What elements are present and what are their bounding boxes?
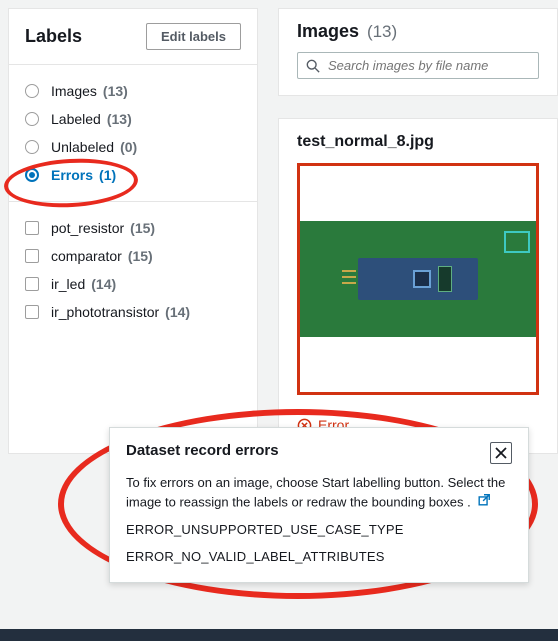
filter-count: (0) <box>120 139 137 155</box>
close-button[interactable] <box>490 442 512 464</box>
images-count: (13) <box>367 22 397 41</box>
filter-label: Labeled <box>51 111 101 127</box>
edit-labels-button[interactable]: Edit labels <box>146 23 241 50</box>
checkbox-icon <box>25 277 39 291</box>
images-panel: Images (13) test_normal_8.jpg <box>278 8 558 454</box>
label-ir-phototransistor[interactable]: ir_phototransistor (14) <box>9 298 257 326</box>
label-count: (15) <box>128 248 153 264</box>
images-header: Images (13) <box>278 8 558 96</box>
label-count: (14) <box>91 276 116 292</box>
popover-title: Dataset record errors <box>126 442 279 459</box>
checkbox-icon <box>25 221 39 235</box>
checkbox-icon <box>25 305 39 319</box>
image-card[interactable]: test_normal_8.jpg Error <box>278 118 558 454</box>
label-comparator[interactable]: comparator (15) <box>9 242 257 270</box>
sidebar-title: Labels <box>25 26 82 47</box>
radio-icon <box>25 168 39 182</box>
bounding-box <box>504 231 530 253</box>
radio-icon <box>25 140 39 154</box>
filter-images[interactable]: Images (13) <box>9 77 257 105</box>
filter-count: (13) <box>103 83 128 99</box>
label-list: pot_resistor (15) comparator (15) ir_led… <box>9 202 257 338</box>
error-code: ERROR_NO_VALID_LABEL_ATTRIBUTES <box>126 548 512 567</box>
learn-more-link[interactable] <box>474 494 491 509</box>
label-count: (15) <box>130 220 155 236</box>
radio-icon <box>25 112 39 126</box>
dataset-errors-popover: Dataset record errors To fix errors on a… <box>109 427 529 583</box>
images-title: Images <box>297 21 359 41</box>
search-icon <box>306 59 320 73</box>
label-ir-led[interactable]: ir_led (14) <box>9 270 257 298</box>
filter-label: Images <box>51 83 97 99</box>
popover-help-text: To fix errors on an image, choose Start … <box>126 475 505 509</box>
filter-label: Errors <box>51 167 93 183</box>
label-name: ir_led <box>51 276 85 292</box>
filter-label: Unlabeled <box>51 139 114 155</box>
sidebar-header: Labels Edit labels <box>9 9 257 65</box>
image-thumbnail[interactable] <box>297 163 539 395</box>
filter-errors[interactable]: Errors (1) <box>9 161 257 189</box>
error-code: ERROR_UNSUPPORTED_USE_CASE_TYPE <box>126 521 512 540</box>
radio-icon <box>25 84 39 98</box>
filter-unlabeled[interactable]: Unlabeled (0) <box>9 133 257 161</box>
search-input[interactable] <box>328 58 530 73</box>
label-pot-resistor[interactable]: pot_resistor (15) <box>9 214 257 242</box>
filter-labeled[interactable]: Labeled (13) <box>9 105 257 133</box>
thumbnail-graphic <box>300 221 536 337</box>
filter-count: (1) <box>99 167 116 183</box>
filter-count: (13) <box>107 111 132 127</box>
label-name: pot_resistor <box>51 220 124 236</box>
image-filename: test_normal_8.jpg <box>297 133 539 151</box>
external-link-icon <box>477 493 491 513</box>
labels-sidebar: Labels Edit labels Images (13) Labeled (… <box>8 8 258 454</box>
close-icon <box>495 447 507 459</box>
footer-bar <box>0 629 558 641</box>
label-count: (14) <box>165 304 190 320</box>
label-name: ir_phototransistor <box>51 304 159 320</box>
filter-list: Images (13) Labeled (13) Unlabeled (0) E… <box>9 65 257 202</box>
popover-body: To fix errors on an image, choose Start … <box>126 474 512 566</box>
search-input-wrap[interactable] <box>297 52 539 79</box>
label-name: comparator <box>51 248 122 264</box>
checkbox-icon <box>25 249 39 263</box>
